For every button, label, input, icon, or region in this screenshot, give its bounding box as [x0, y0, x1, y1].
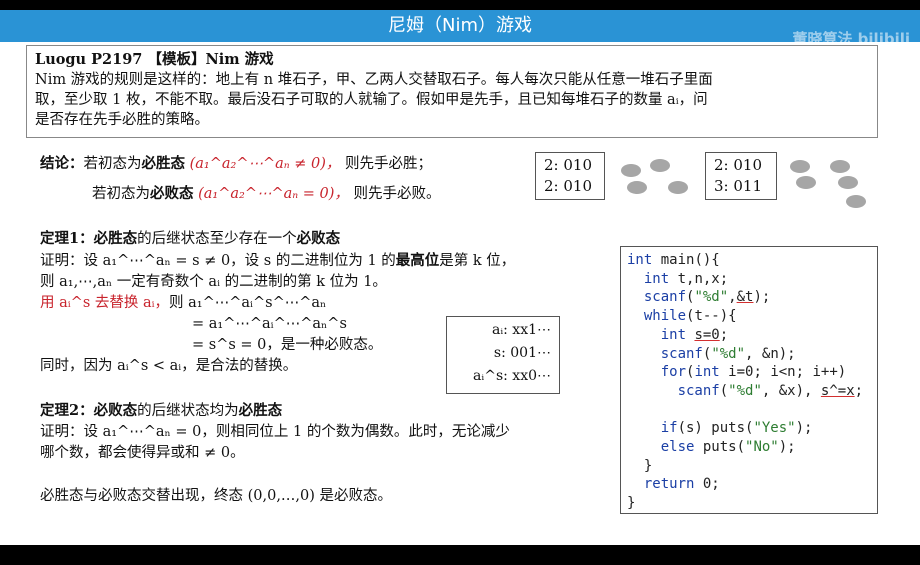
code-line: else puts("No");	[660, 439, 796, 456]
xor-illustration-box: aᵢ: xx1⋯ s: 001⋯ aᵢ^s: xx0⋯	[446, 316, 560, 394]
theorem1-line-4: = a₁^⋯^aᵢ^⋯^aₙ^s	[192, 316, 347, 332]
bottom-letterbox	[0, 545, 920, 565]
binary-row: 2: 010	[544, 156, 592, 174]
theorem2-text: 的后继状态均为	[137, 403, 239, 419]
code-line: scanf("%d", &n);	[660, 345, 796, 362]
code-keyword: for	[660, 364, 687, 381]
theorem1-bold: 最高位	[395, 252, 440, 269]
code-keyword: int	[660, 326, 687, 343]
binary-row: 2: 010	[544, 177, 592, 195]
problem-line-3: 是否存在先手必胜的策略。	[35, 112, 209, 128]
stone-icon	[796, 176, 816, 189]
conclusion-bold: 必胜态	[141, 155, 186, 172]
conclusion-text: 则先手必败。	[353, 186, 441, 202]
code-line: while(t--){	[643, 308, 737, 325]
code-line: scanf("%d",&t);	[643, 289, 771, 306]
xor-row: aᵢ: xx1⋯	[491, 322, 551, 338]
binary-example-right: 2: 010 3: 011	[705, 152, 777, 200]
code-line: return 0;	[643, 476, 720, 493]
binary-row: 2: 010	[714, 156, 762, 174]
stone-icon	[838, 176, 858, 189]
code-keyword: scanf	[660, 345, 703, 362]
conclusion-label: 结论：	[40, 155, 84, 172]
top-letterbox	[0, 0, 920, 10]
code-keyword: while	[643, 308, 687, 325]
theorem2-line-2: 哪个数，都会使得异或和 ≠ 0。	[40, 445, 245, 461]
stone-icon	[668, 181, 688, 194]
code-string: "%d"	[694, 289, 729, 306]
code-line: }	[627, 457, 653, 474]
code-line: if(s) puts("Yes");	[660, 420, 813, 437]
theorem1-text: 是第 k 位，	[439, 253, 516, 269]
conclusion-text: 若初态为	[83, 156, 142, 172]
slide-title: 尼姆（Nim）游戏	[388, 15, 532, 36]
theorem1-text: 证明：设 a₁^⋯^aₙ = s ≠ 0，设 s 的二进制位为 1 的	[40, 253, 396, 269]
code-keyword: int	[627, 252, 653, 268]
conclusion: 结论：若初态为必胜态 (a₁^a₂^⋯^aₙ ≠ 0)， 则先手必胜； 若初态为…	[40, 153, 441, 205]
theorem-2: 定理2：必败态的后继状态均为必胜态 证明：设 a₁^⋯^aₙ = 0，则相同位上…	[40, 400, 510, 464]
stone-icon	[621, 164, 641, 177]
code-line: }	[627, 495, 636, 512]
code-keyword: scanf	[677, 382, 720, 399]
code-underlined: s^=x	[820, 382, 855, 399]
summary: 必胜态与必败态交替出现，终态 (0,0,…,0) 是必败态。	[40, 488, 393, 504]
conclusion-math: (a₁^a₂^⋯^aₙ = 0)，	[198, 186, 349, 202]
theorem1-bold: 必败态	[296, 230, 341, 247]
code-underlined: s=0	[694, 326, 720, 343]
theorem1-text: 则 a₁^⋯^aᵢ^s^⋯^aₙ	[169, 295, 327, 311]
xor-row: s: 001⋯	[493, 345, 551, 361]
slide: 尼姆（Nim）游戏 董晓算法 bilibili Luogu P2197 【模板】…	[0, 10, 920, 545]
stone-icon	[830, 160, 850, 173]
code-string: "No"	[745, 439, 779, 456]
code-string: "%d"	[711, 345, 746, 362]
code-keyword: int	[694, 364, 720, 381]
stone-icon	[650, 159, 670, 172]
stone-icon	[846, 195, 866, 208]
conclusion-text: 则先手必胜；	[345, 156, 433, 172]
conclusion-text: 若初态为	[92, 186, 150, 202]
theorem1-red: 用 aᵢ^s 去替换 aᵢ，	[40, 295, 170, 311]
code-line: for(int i=0; i<n; i++)	[660, 364, 847, 381]
theorem2-bold: 必败态	[93, 402, 138, 419]
slide-title-bar: 尼姆（Nim）游戏 董晓算法 bilibili	[0, 10, 920, 48]
problem-line-1: Nim 游戏的规则是这样的：地上有 n 堆石子，甲、乙两人交替取石子。每人每次只…	[35, 72, 713, 88]
theorem1-label: 定理1：	[40, 230, 94, 247]
code-keyword: return	[643, 476, 695, 493]
theorem2-label: 定理2：	[40, 402, 94, 419]
code-line: scanf("%d", &x), s^=x;	[677, 382, 864, 399]
video-frame: 尼姆（Nim）游戏 董晓算法 bilibili Luogu P2197 【模板】…	[0, 0, 920, 565]
theorem1-line-6: 同时，因为 aᵢ^s < aᵢ，是合法的替换。	[40, 358, 298, 374]
conclusion-math: (a₁^a₂^⋯^aₙ ≠ 0)，	[189, 156, 341, 172]
problem-line-2: 取，至少取 1 枚，不能不取。最后没石子可取的人就输了。假如甲是先手，且已知每堆…	[35, 92, 708, 108]
xor-row: aᵢ^s: xx0⋯	[473, 368, 551, 384]
code-keyword: else	[660, 439, 695, 456]
theorem2-bold: 必胜态	[238, 402, 283, 419]
conclusion-bold: 必败态	[150, 185, 194, 202]
stone-icon	[790, 160, 810, 173]
code-keyword: if	[660, 420, 678, 437]
problem-title: Luogu P2197 【模板】Nim 游戏	[35, 51, 274, 68]
theorem2-line-1: 证明：设 a₁^⋯^aₙ = 0，则相同位上 1 的个数为偶数。此时，无论减少	[40, 424, 510, 440]
binary-row: 3: 011	[714, 177, 762, 195]
code-block: int main(){ int t,n,x; scanf("%d",&t); w…	[620, 246, 878, 514]
code-keyword: scanf	[643, 289, 687, 306]
code-underlined: &t	[736, 289, 754, 306]
theorem-1: 定理1：必胜态的后继状态至少存在一个必败态 证明：设 a₁^⋯^aₙ = s ≠…	[40, 228, 515, 377]
problem-statement-box: Luogu P2197 【模板】Nim 游戏 Nim 游戏的规则是这样的：地上有…	[26, 45, 878, 138]
stone-icon	[627, 181, 647, 194]
code-line: int main(){	[627, 252, 720, 268]
code-string: "Yes"	[753, 420, 796, 437]
binary-example-left: 2: 010 2: 010	[535, 152, 605, 200]
theorem1-bold: 必胜态	[93, 230, 138, 247]
code-string: "%d"	[728, 382, 762, 399]
code-line: int t,n,x;	[643, 270, 729, 287]
code-line: int s=0;	[660, 326, 729, 343]
theorem1-text: 的后继状态至少存在一个	[137, 231, 297, 247]
theorem1-line-5: = s^s = 0，是一种必败态。	[192, 337, 383, 353]
code-keyword: int	[643, 270, 670, 287]
theorem1-line-2: 则 a₁,⋯,aₙ 一定有奇数个 aᵢ 的二进制的第 k 位为 1。	[40, 274, 387, 290]
